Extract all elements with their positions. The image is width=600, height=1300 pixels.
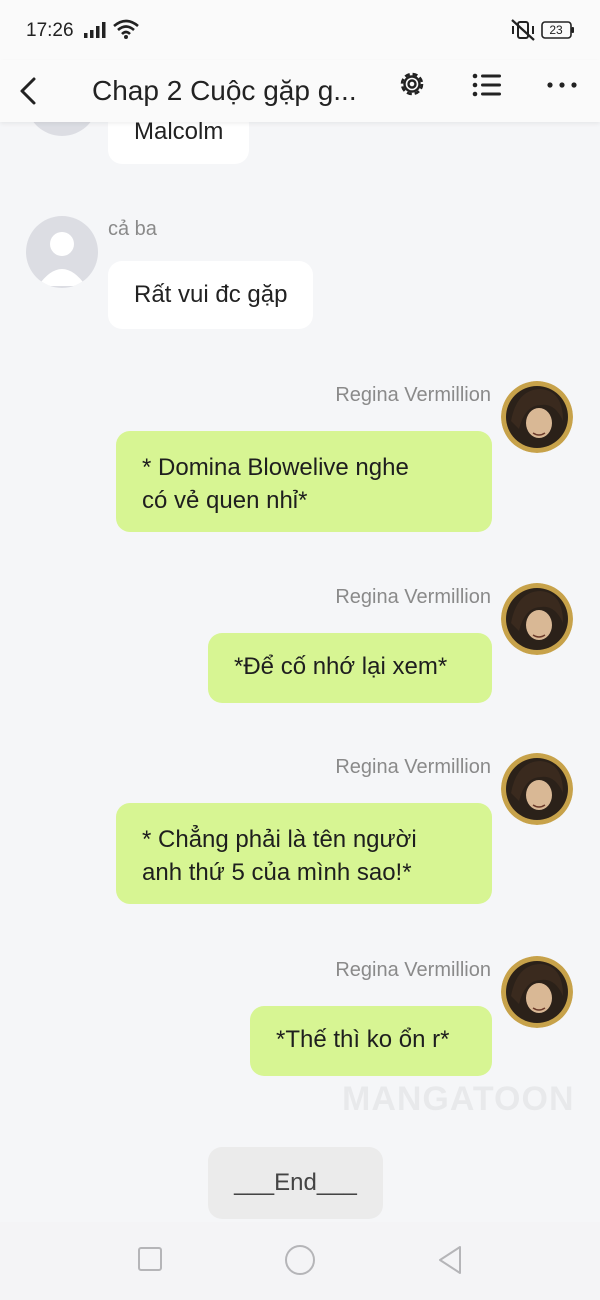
sender-name: cả ba — [108, 218, 157, 240]
avatar — [501, 583, 573, 655]
more-icon[interactable] — [546, 69, 578, 101]
sender-name: Regina Vermillion — [335, 959, 491, 981]
nav-bar — [0, 1222, 600, 1300]
chat-area[interactable]: Malcolm cả ba Rất vui đc gặp Regina Verm… — [0, 122, 600, 1222]
header: Chap 2 Cuộc gặp g... — [0, 60, 600, 122]
list-icon[interactable] — [471, 69, 503, 101]
mute-icon — [511, 19, 535, 41]
back-icon[interactable] — [14, 68, 42, 114]
message-line: * Chẳng phải là tên người — [142, 826, 417, 853]
end-button[interactable]: ___End___ — [208, 1147, 383, 1219]
page-title: Chap 2 Cuộc gặp g... — [92, 75, 357, 106]
avatar — [501, 956, 573, 1028]
recent-apps-icon[interactable] — [138, 1247, 162, 1271]
sender-name: Regina Vermillion — [335, 756, 491, 778]
avatar — [501, 381, 573, 453]
avatar — [26, 122, 98, 136]
watermark-logo: MANGATOON — [342, 1080, 575, 1118]
wifi-icon — [113, 19, 139, 39]
status-bar: 17:26 23 — [0, 0, 600, 60]
back-nav-icon[interactable] — [436, 1244, 464, 1276]
user-placeholder-icon — [38, 232, 86, 286]
avatar — [501, 753, 573, 825]
avatar — [26, 216, 98, 288]
message-bubble: *Thế thì ko ổn r* — [250, 1006, 492, 1076]
status-time: 17:26 — [26, 20, 74, 41]
signal-icon — [84, 22, 106, 38]
message-bubble: *Để cố nhớ lại xem* — [208, 633, 492, 703]
message-line: có vẻ quen nhỉ* — [142, 487, 308, 514]
message-line: anh thứ 5 của mình sao!* — [142, 859, 412, 886]
message-bubble: Malcolm — [108, 122, 250, 164]
home-icon[interactable] — [284, 1244, 316, 1276]
gear-icon[interactable] — [396, 68, 428, 100]
sender-name: Regina Vermillion — [335, 586, 491, 608]
message-bubble: Rất vui đc gặp — [108, 261, 314, 329]
message-bubble: * Domina Blowelive nghe có vẻ quen nhỉ* — [116, 431, 492, 532]
battery-level: 23 — [549, 23, 563, 37]
message-bubble: * Chẳng phải là tên người anh thứ 5 của … — [116, 803, 492, 904]
sender-name: Regina Vermillion — [335, 384, 491, 406]
message-line: * Domina Blowelive nghe — [142, 454, 409, 481]
